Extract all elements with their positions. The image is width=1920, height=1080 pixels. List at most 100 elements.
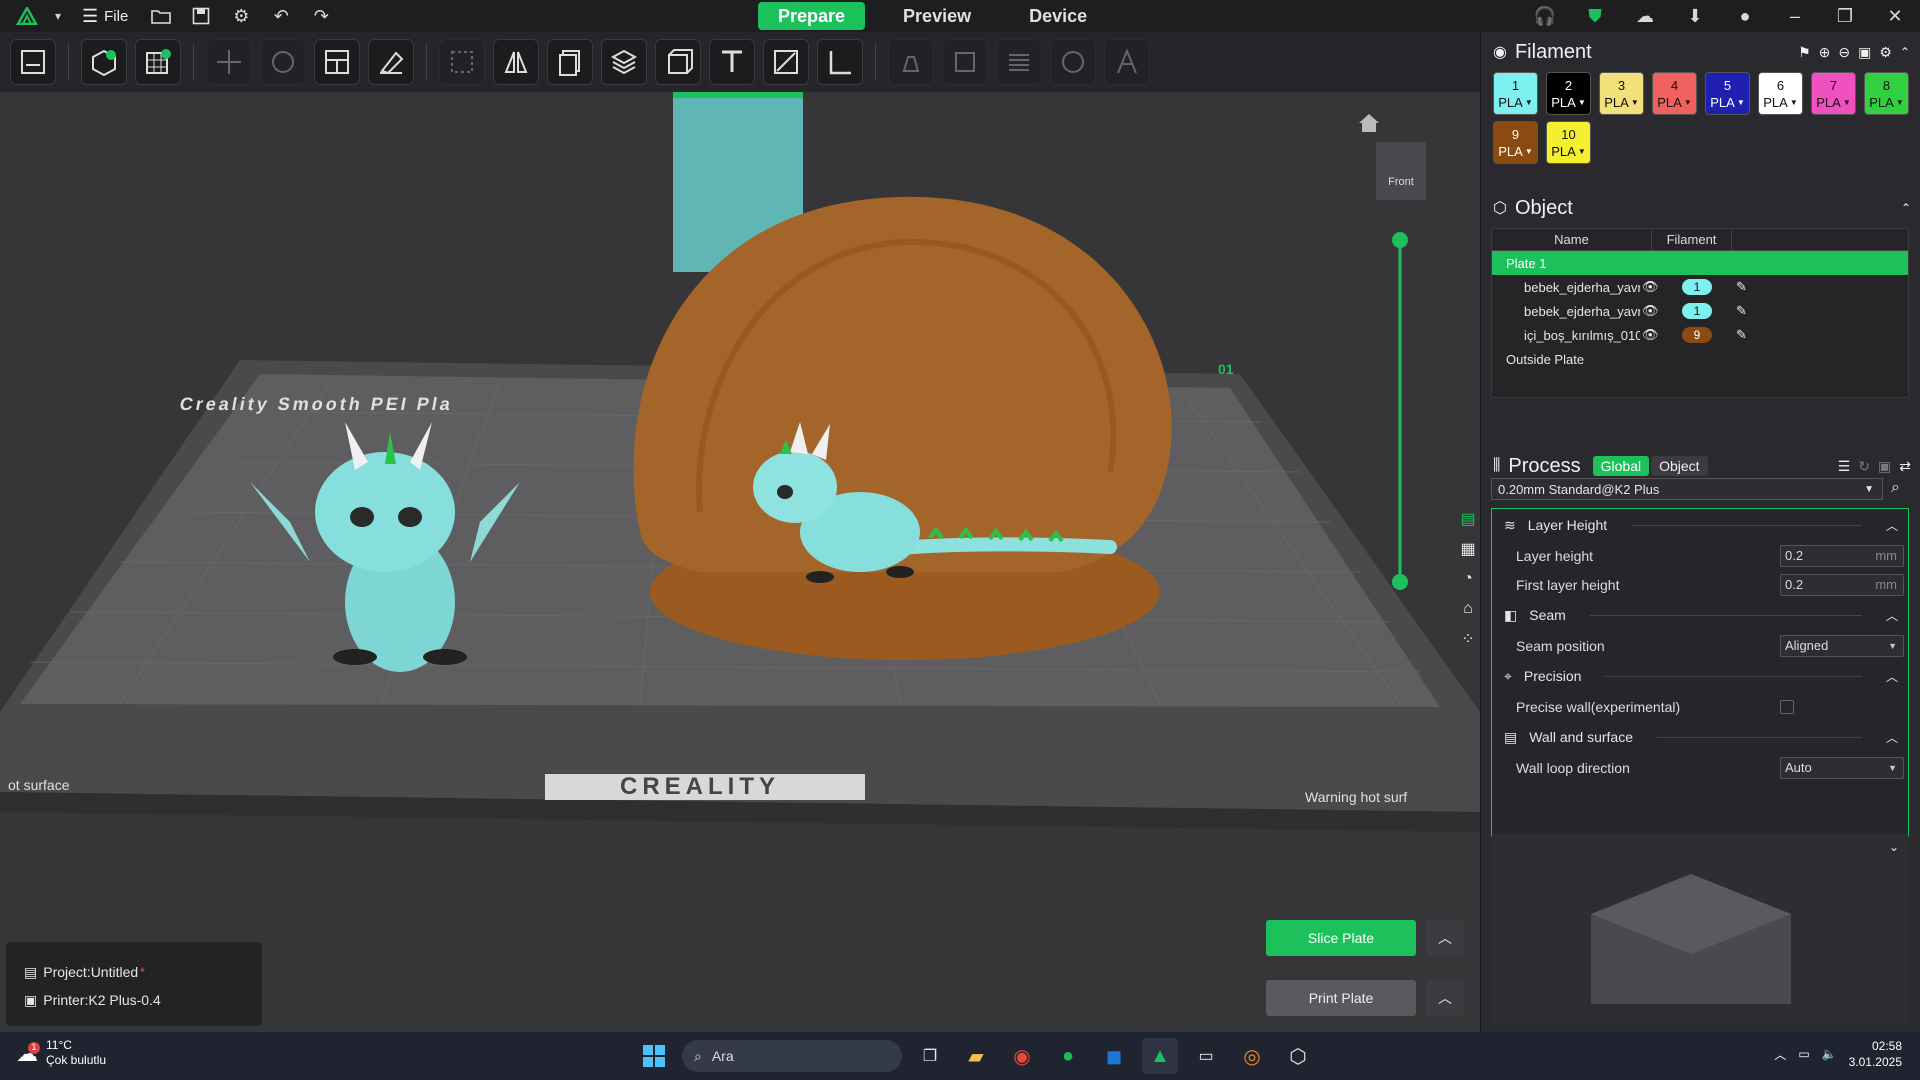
spotify-icon[interactable]: ● [1050, 1038, 1086, 1074]
object-row[interactable]: içi_boş_kırılmış_01022 👁 9 ✎ [1492, 323, 1908, 347]
chevron-down-icon[interactable]: ▾ [50, 2, 66, 30]
save-preset-icon[interactable]: ▣ [1878, 458, 1891, 475]
tab-prepare[interactable]: Prepare [758, 2, 866, 30]
collapse-icon[interactable]: ⌃ [1901, 201, 1920, 215]
save-icon[interactable] [184, 2, 218, 30]
expand-icon[interactable]: ⌄ [1889, 840, 1899, 854]
windows-start-icon[interactable] [636, 1038, 672, 1074]
others-tab-icon[interactable]: ⁘ [1457, 628, 1479, 650]
quality-tab-icon[interactable]: ▤ [1457, 508, 1479, 530]
filament-chip[interactable]: 8 PLA ▼ [1864, 72, 1909, 115]
app-logo-icon[interactable] [10, 2, 44, 30]
slice-plate-button[interactable]: Slice Plate [1266, 920, 1416, 956]
scale-icon[interactable] [439, 39, 485, 85]
arrange-icon[interactable] [314, 39, 360, 85]
param-input[interactable]: 0.2 mm [1780, 544, 1904, 567]
group-precision[interactable]: ⌖ Precision ︿ [1492, 660, 1908, 692]
filament-chip[interactable]: 6 PLA ▼ [1758, 72, 1803, 115]
move-icon[interactable] [206, 39, 252, 85]
clock[interactable]: 02:58 3.01.2025 [1849, 1038, 1902, 1070]
checkbox[interactable] [1780, 699, 1794, 714]
object-row[interactable]: bebek_ejderha_yavru_ 👁 1 ✎ [1492, 275, 1908, 299]
text-emboss-icon[interactable] [1104, 39, 1150, 85]
object-row[interactable]: bebek_ejderha_yavru_ 👁 1 ✎ [1492, 299, 1908, 323]
headset-icon[interactable]: 🎧 [1520, 2, 1570, 30]
chevron-up-icon[interactable]: ︿ [1774, 1046, 1786, 1063]
layers-icon[interactable] [996, 39, 1042, 85]
group-seam[interactable]: ◧ Seam ︿ [1492, 599, 1908, 631]
settings-gear-icon[interactable]: ⚙ [224, 2, 258, 30]
redo-icon[interactable]: ↷ [304, 2, 338, 30]
paint-icon[interactable]: ✎ [1736, 279, 1747, 295]
rotate-icon[interactable] [260, 39, 306, 85]
list-icon[interactable]: ☰ [1838, 458, 1851, 475]
chrome-icon[interactable]: ◉ [1004, 1038, 1040, 1074]
eye-icon[interactable]: 👁 [1642, 303, 1682, 319]
blender-icon[interactable]: ◎ [1234, 1038, 1270, 1074]
open-folder-icon[interactable] [144, 2, 178, 30]
filament-chip[interactable]: 5 PLA ▼ [1705, 72, 1750, 115]
slice-options-button[interactable]: ︿ [1426, 920, 1464, 956]
terminal-icon[interactable]: ▭ [1188, 1038, 1224, 1074]
edit-filament-icon[interactable]: ▣ [1858, 44, 1871, 61]
home-view-icon[interactable] [1356, 110, 1382, 136]
filament-settings-icon[interactable]: ⚙ [1879, 44, 1892, 61]
3d-viewer-icon[interactable]: ⬡ [1280, 1038, 1316, 1074]
paint-icon[interactable]: ✎ [1736, 327, 1747, 343]
filament-sync-icon[interactable]: ⚑ [1798, 44, 1811, 61]
creality-print-icon[interactable]: ▲ [1142, 1038, 1178, 1074]
color-paint-icon[interactable] [1050, 39, 1096, 85]
paint-icon[interactable]: ✎ [1736, 303, 1747, 319]
shield-icon[interactable]: ⛊ [1570, 2, 1620, 30]
user-icon[interactable]: ● [1720, 2, 1770, 30]
tab-global[interactable]: Global [1592, 456, 1650, 476]
add-filament-icon[interactable]: ⊕ [1819, 44, 1831, 61]
outlook-icon[interactable]: ◼ [1096, 1038, 1132, 1074]
minimize-icon[interactable]: – [1770, 2, 1820, 30]
outside-plate-row[interactable]: Outside Plate [1492, 347, 1908, 371]
hollow-box-icon[interactable] [655, 39, 701, 85]
support-tab-icon[interactable]: ⌂ [1457, 598, 1479, 620]
filament-badge[interactable]: 1 [1682, 279, 1712, 295]
add-plate-grid-icon[interactable] [135, 39, 181, 85]
refresh-icon[interactable]: ↻ [1858, 458, 1870, 475]
remove-filament-icon[interactable]: ⊖ [1838, 44, 1850, 61]
eye-icon[interactable]: 👁 [1642, 279, 1682, 295]
group-wall-and-surface[interactable]: ▤ Wall and surface ︿ [1492, 721, 1908, 753]
col-filament[interactable]: Filament [1652, 229, 1732, 250]
weather-widget[interactable]: ☁ 1 11°C Çok bulutlu [16, 1038, 106, 1068]
filament-chip[interactable]: 1 PLA ▼ [1493, 72, 1538, 115]
file-explorer-icon[interactable]: ▰ [958, 1038, 994, 1074]
layer-slider-top-handle[interactable] [1392, 232, 1408, 248]
file-menu[interactable]: ☰ File [72, 2, 138, 30]
mirror-icon[interactable] [493, 39, 539, 85]
collapse-icon[interactable]: ⌃ [1900, 45, 1920, 59]
network-icon[interactable]: ▭ [1798, 1047, 1809, 1061]
col-name[interactable]: Name [1492, 229, 1652, 250]
filament-chip[interactable]: 7 PLA ▼ [1811, 72, 1856, 115]
plate-row[interactable]: Plate 1 [1492, 251, 1908, 275]
3d-viewport[interactable]: Creality Smooth PEI Pla CREALITY ot surf… [0, 92, 1480, 1032]
filament-chip[interactable]: 10 PLA ▼ [1546, 121, 1591, 164]
print-plate-button[interactable]: Print Plate [1266, 980, 1416, 1016]
param-select[interactable]: Auto ▼ [1780, 756, 1904, 779]
copy-icon[interactable] [547, 39, 593, 85]
param-input[interactable]: 0.2 mm [1780, 573, 1904, 596]
taskbar-search[interactable]: ⌕ Ara [682, 1040, 902, 1072]
strength-tab-icon[interactable]: ▦ [1457, 538, 1479, 560]
paint-seam-icon[interactable] [763, 39, 809, 85]
download-icon[interactable]: ⬇ [1670, 2, 1720, 30]
nav-cube[interactable]: Front [1376, 142, 1426, 200]
assembly-icon[interactable] [942, 39, 988, 85]
cloud-upload-icon[interactable]: ☁ [1620, 2, 1670, 30]
filament-chip[interactable]: 4 PLA ▼ [1652, 72, 1697, 115]
filament-badge[interactable]: 9 [1682, 327, 1712, 343]
add-plate-icon[interactable] [10, 39, 56, 85]
tab-object[interactable]: Object [1651, 456, 1708, 476]
measure-icon[interactable] [817, 39, 863, 85]
group-layer-height[interactable]: ≋ Layer Height ︿ [1492, 509, 1908, 541]
eye-icon[interactable]: 👁 [1642, 327, 1682, 343]
filament-chip[interactable]: 3 PLA ▼ [1599, 72, 1644, 115]
volume-icon[interactable]: 🔈 [1822, 1047, 1837, 1061]
tab-preview[interactable]: Preview [883, 2, 991, 30]
